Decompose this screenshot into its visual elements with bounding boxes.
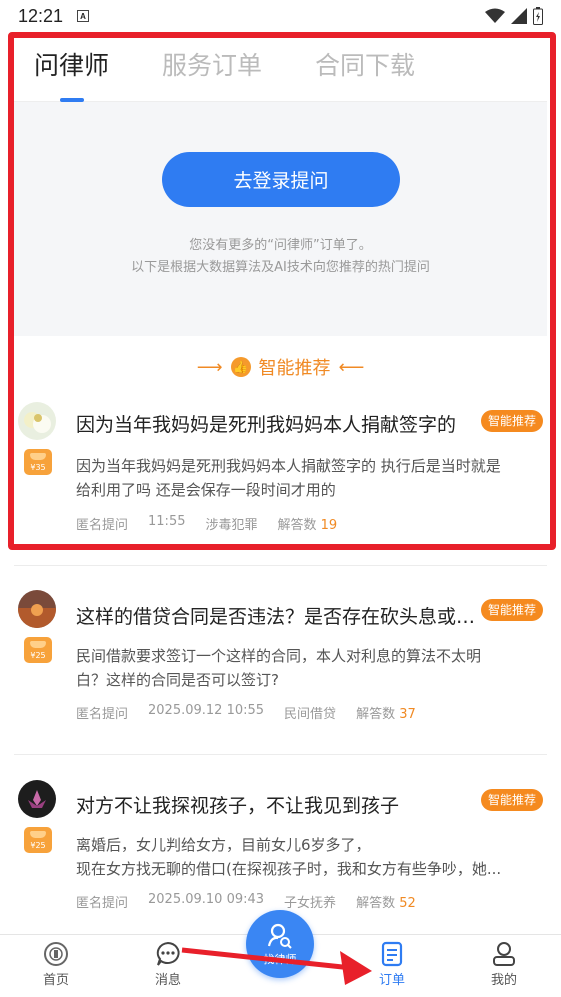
question-title: 这样的借贷合同是否违法？是否存在砍头息或者... xyxy=(76,606,480,628)
reward-badge: ¥25 xyxy=(24,637,52,663)
question-time: 11:55 xyxy=(148,514,186,529)
question-card[interactable]: ¥35 因为当年我妈妈是死刑我妈妈本人捐献签字的 智能推荐 因为当年我妈妈是死刑… xyxy=(14,402,547,542)
description-line: 因为当年我妈妈是死刑我妈妈本人捐献签字的 执行后是当时就是 xyxy=(76,457,501,475)
question-category: 涉毒犯罪 xyxy=(205,518,258,533)
home-icon xyxy=(44,942,68,966)
description-line: 白？这样的合同是否可以签订? xyxy=(76,671,279,689)
reward-badge: ¥35 xyxy=(24,449,52,475)
status-time: 12:21 xyxy=(18,5,64,26)
find-lawyer-icon xyxy=(267,923,292,949)
status-icons xyxy=(485,7,543,25)
nav-messages[interactable]: 消息 xyxy=(138,941,198,988)
question-description: 民间借款要求签订一个这样的合同，本人对利息的算法不太明 白？这样的合同是否可以签… xyxy=(76,644,536,692)
nav-profile-label: 我的 xyxy=(490,973,517,988)
smart-recommend-tag: 智能推荐 xyxy=(480,599,543,621)
avatar xyxy=(18,590,56,628)
question-category: 民间借贷 xyxy=(284,707,337,722)
recommend-hint: 以下是根据大数据算法及AI技术向您推荐的热门提问 xyxy=(131,260,430,275)
nav-home-label: 首页 xyxy=(42,973,69,988)
description-line: 给利用了吗 还是会保存一段时间才用的 xyxy=(76,481,336,499)
empty-orders-hint: 您没有更多的“问律师”订单了。 xyxy=(189,238,372,253)
nav-messages-label: 消息 xyxy=(154,973,181,988)
divider xyxy=(14,754,547,755)
signal-icon xyxy=(511,8,527,24)
question-card[interactable]: ¥25 这样的借贷合同是否违法？是否存在砍头息或者... 智能推荐 民间借款要求… xyxy=(14,590,547,730)
description-line: 现在女方找无聊的借口(在探视孩子时，我和女方有些争吵，她... xyxy=(76,860,502,878)
question-time: 2025.09.10 09:43 xyxy=(148,892,265,907)
tab-contract-download[interactable]: 合同下载 xyxy=(315,38,415,102)
smart-recommend-tag: 智能推荐 xyxy=(480,410,543,432)
left-arrow-decoration-icon: ⟶ xyxy=(196,356,223,378)
thumbs-up-icon: 👍 xyxy=(230,357,251,377)
smart-recommend-label: 智能推荐 xyxy=(258,358,331,379)
nav-orders-label: 订单 xyxy=(378,973,405,988)
reward-badge: ¥25 xyxy=(24,827,52,853)
question-description: 离婚后，女儿判给女方，目前女儿6岁多了， 现在女方找无聊的借口(在探视孩子时，我… xyxy=(76,833,536,881)
nav-home[interactable]: 首页 xyxy=(26,941,86,988)
question-title: 对方不让我探视孩子，不让我见到孩子 xyxy=(76,795,400,817)
nav-orders[interactable]: 订单 xyxy=(362,941,422,988)
question-meta: 匿名提问 2025.09.12 10:55 民间借贷 解答数 37 xyxy=(76,703,416,722)
tab-ask-lawyer[interactable]: 问律师 xyxy=(34,38,109,102)
tab-service-orders[interactable]: 服务订单 xyxy=(162,38,262,102)
notification-badge-icon: A xyxy=(77,10,90,22)
divider xyxy=(14,565,547,566)
login-prompt-panel: 去登录提问 您没有更多的“问律师”订单了。 以下是根据大数据算法及AI技术向您推… xyxy=(14,102,547,336)
answers-label: 解答数 19 xyxy=(277,518,338,533)
profile-icon xyxy=(493,942,515,966)
question-card[interactable]: ¥25 对方不让我探视孩子，不让我见到孩子 智能推荐 离婚后，女儿判给女方，目前… xyxy=(14,780,547,920)
find-lawyer-label: 找律师 xyxy=(263,953,297,966)
right-arrow-decoration-icon: ⟵ xyxy=(338,356,365,378)
question-description: 因为当年我妈妈是死刑我妈妈本人捐献签字的 执行后是当时就是 给利用了吗 还是会保… xyxy=(76,454,536,502)
answers-count: 19 xyxy=(320,518,338,533)
answers-count: 52 xyxy=(399,896,416,911)
question-category: 子女抚养 xyxy=(284,896,337,911)
nav-profile[interactable]: 我的 xyxy=(474,941,534,988)
asker-label: 匿名提问 xyxy=(76,518,129,533)
order-icon xyxy=(381,941,403,967)
find-lawyer-button[interactable]: 找律师 xyxy=(246,910,314,978)
answers-count: 37 xyxy=(399,707,416,722)
asker-label: 匿名提问 xyxy=(76,707,129,722)
asker-label: 匿名提问 xyxy=(76,896,129,911)
avatar xyxy=(18,402,56,440)
answers-label: 解答数 52 xyxy=(356,896,416,911)
message-icon xyxy=(156,941,180,966)
description-line: 民间借款要求签订一个这样的合同，本人对利息的算法不太明 xyxy=(76,647,482,665)
smart-recommend-tag: 智能推荐 xyxy=(480,789,543,811)
question-meta: 匿名提问 2025.09.10 09:43 子女抚养 解答数 52 xyxy=(76,892,416,911)
answers-label: 解答数 37 xyxy=(356,707,416,722)
wifi-icon xyxy=(485,8,505,23)
avatar xyxy=(18,780,56,818)
top-tabs: 问律师 服务订单 合同下载 xyxy=(14,38,547,102)
smart-recommend-header: ⟶ 👍 智能推荐 ⟵ xyxy=(14,350,547,384)
question-meta: 匿名提问 11:55 涉毒犯罪 解答数 19 xyxy=(76,514,337,533)
login-to-ask-button[interactable]: 去登录提问 xyxy=(162,152,400,207)
battery-icon xyxy=(533,7,543,25)
question-title: 因为当年我妈妈是死刑我妈妈本人捐献签字的 xyxy=(76,414,457,436)
description-line: 离婚后，女儿判给女方，目前女儿6岁多了， xyxy=(76,836,371,854)
question-time: 2025.09.12 10:55 xyxy=(148,703,265,718)
status-bar: 12:21 A xyxy=(0,0,561,32)
